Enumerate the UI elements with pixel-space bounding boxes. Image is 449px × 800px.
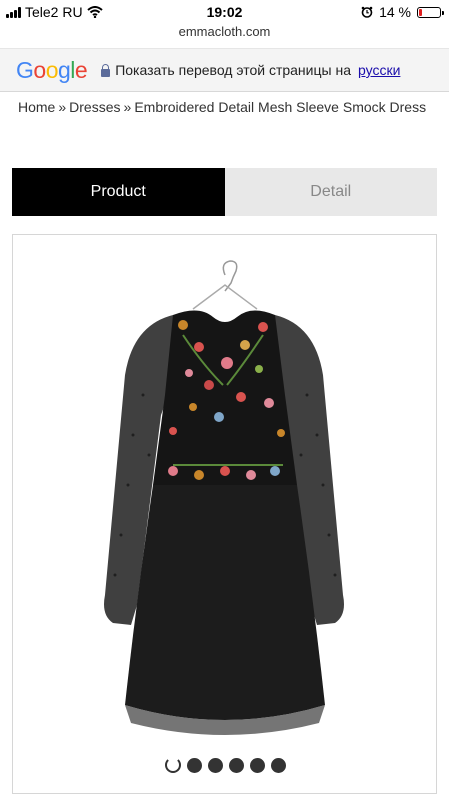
breadcrumb-separator: »: [123, 99, 132, 115]
gallery-dot[interactable]: [271, 757, 286, 773]
address-bar-url[interactable]: emmacloth.com: [0, 24, 449, 39]
gallery-dot[interactable]: [208, 757, 223, 773]
breadcrumb-home[interactable]: Home: [18, 99, 55, 115]
translate-bar: Google Показать перевод этой страницы на…: [0, 48, 449, 92]
breadcrumb-current: Embroidered Detail Mesh Sleeve Smock Dre…: [134, 99, 427, 115]
battery-icon: [417, 6, 444, 18]
breadcrumb: Home» Dresses» Embroidered Detail Mesh Sle…: [18, 96, 438, 118]
breadcrumb-dresses[interactable]: Dresses: [69, 99, 120, 115]
product-tabs: Product Detail: [12, 168, 437, 216]
product-image-gallery[interactable]: [12, 234, 437, 794]
google-logo-letter: g: [57, 56, 71, 83]
google-logo-letter: e: [74, 56, 88, 83]
battery-fill: [419, 8, 422, 16]
google-logo-letter: G: [16, 56, 34, 83]
gallery-dot[interactable]: [250, 757, 265, 773]
alarm-icon: [361, 6, 373, 18]
product-image[interactable]: [13, 235, 437, 794]
breadcrumb-separator: »: [58, 99, 67, 115]
translate-language-link[interactable]: русски: [358, 62, 400, 78]
google-logo: Google: [16, 56, 88, 84]
gallery-dot[interactable]: [187, 757, 202, 773]
gallery-dot[interactable]: [229, 757, 244, 773]
tab-detail[interactable]: Detail: [224, 168, 437, 216]
google-logo-letter: o: [33, 56, 46, 83]
gallery-dot-active[interactable]: [165, 757, 181, 773]
google-logo-letter: o: [45, 56, 59, 83]
battery-percent: 14 %: [379, 4, 411, 20]
tab-product[interactable]: Product: [12, 168, 225, 216]
lock-icon: [101, 63, 111, 77]
status-right: 14 %: [361, 4, 444, 20]
gallery-dots: [13, 757, 436, 773]
translate-message: Показать перевод этой страницы на: [115, 62, 351, 78]
status-bar: Tele2 RU 19:02 14 %: [0, 0, 449, 24]
